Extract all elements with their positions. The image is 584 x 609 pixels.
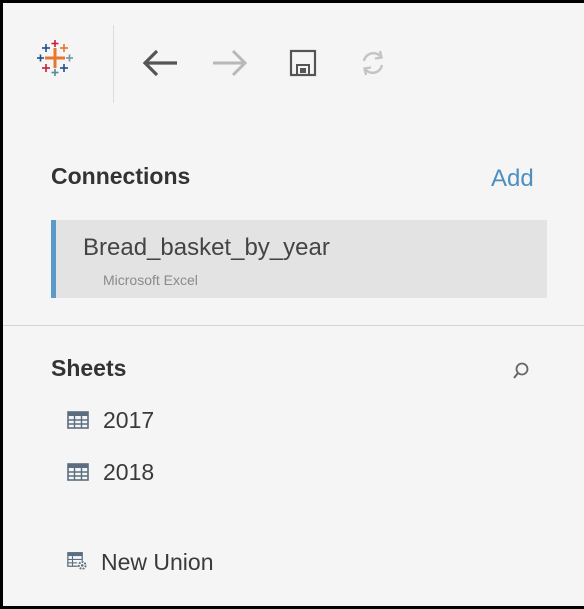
section-divider — [3, 325, 584, 326]
connection-type: Microsoft Excel — [103, 272, 198, 288]
data-source-panel: Connections Add Bread_basket_by_year Mic… — [0, 0, 584, 609]
new-union-icon — [67, 552, 89, 572]
toolbar-divider — [113, 25, 114, 103]
sheets-heading: Sheets — [51, 355, 127, 381]
tableau-logo-icon[interactable] — [35, 38, 75, 78]
sheet-item-2018[interactable]: 2018 — [67, 455, 154, 489]
connection-item[interactable]: Bread_basket_by_year Microsoft Excel — [51, 220, 547, 298]
new-union-label: New Union — [101, 548, 214, 575]
back-arrow-icon[interactable] — [138, 43, 182, 83]
connection-name: Bread_basket_by_year — [83, 234, 330, 261]
save-icon[interactable] — [283, 43, 323, 83]
add-connection-link[interactable]: Add — [491, 165, 534, 193]
table-icon — [67, 410, 89, 430]
toolbar — [3, 3, 584, 123]
search-icon[interactable] — [511, 361, 531, 381]
sheet-item-2017[interactable]: 2017 — [67, 403, 154, 437]
sheet-label: 2018 — [103, 458, 155, 485]
refresh-icon[interactable] — [353, 43, 393, 83]
new-union-item[interactable]: New Union — [67, 545, 214, 579]
connections-heading: Connections — [51, 163, 191, 189]
sheet-label: 2017 — [103, 406, 155, 433]
forward-arrow-icon[interactable] — [208, 43, 252, 83]
table-icon — [67, 462, 89, 482]
